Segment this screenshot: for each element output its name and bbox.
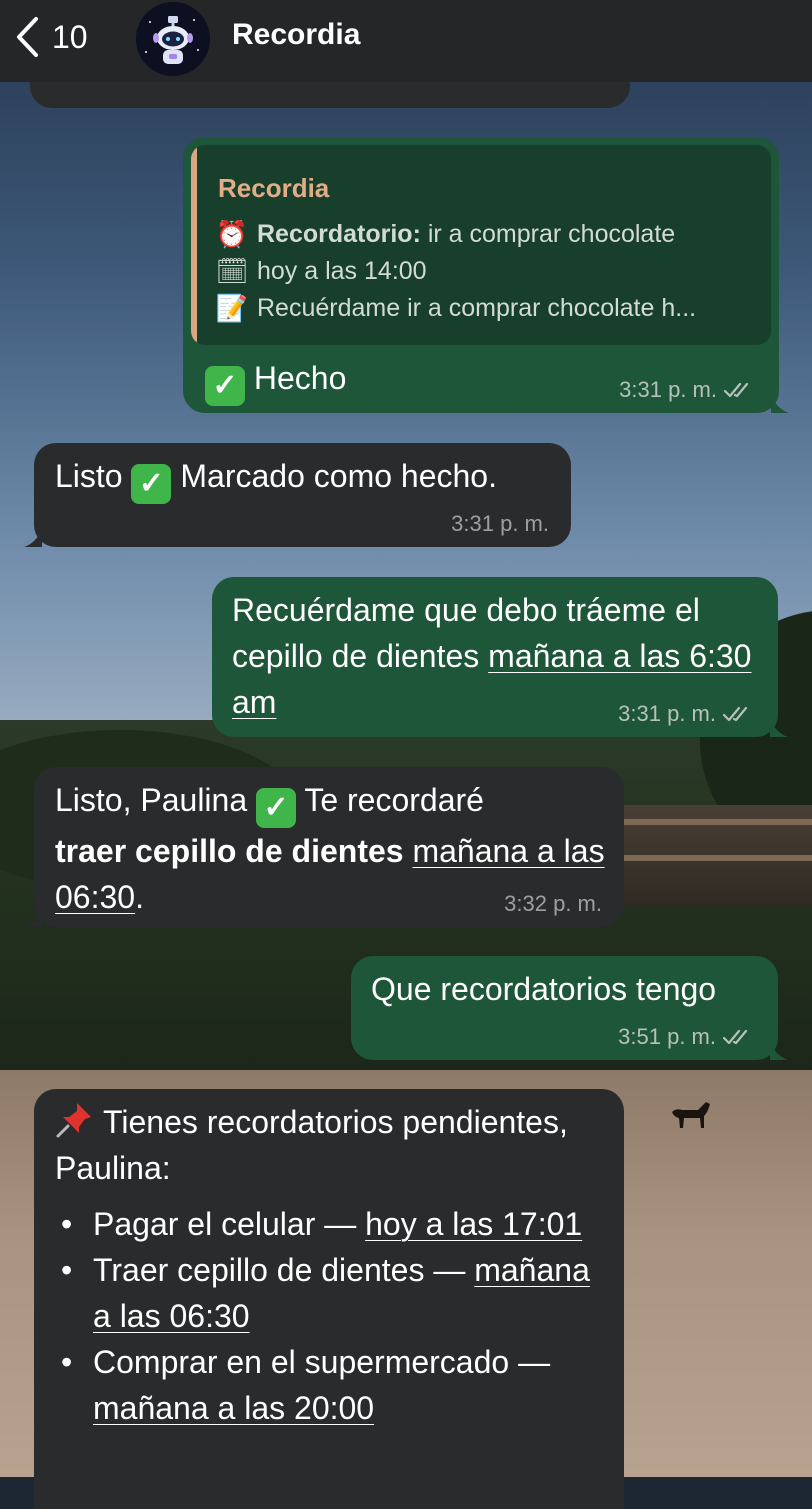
message-bubble-incoming[interactable]: Listo ✓ Marcado como hecho. 3:31 p. m. xyxy=(24,443,571,547)
message-meta: 3:31 p. m. xyxy=(619,377,757,403)
message-meta: 3:51 p. m. xyxy=(618,1024,756,1050)
message-time: 3:32 p. m. xyxy=(504,891,602,916)
message-text-content: Listo, Paulina xyxy=(55,782,248,818)
message-time: 3:51 p. m. xyxy=(618,1024,716,1049)
message-bubble-incoming[interactable]: Tienes recordatorios pendientes, Paulina… xyxy=(34,1089,624,1509)
quote-line: ⏰ Recordatorio: ir a comprar chocolate xyxy=(215,219,675,250)
message-text-content: Tienes recordatorios pendientes, Paulina… xyxy=(55,1104,568,1186)
message-bubble-incoming[interactable]: Listo, Paulina ✓ Te recordaré traer cepi… xyxy=(24,767,624,927)
message-text-content: Hecho xyxy=(253,360,347,396)
double-check-icon xyxy=(723,382,749,398)
list-item: Pagar el celular — hoy a las 17:01 xyxy=(55,1201,615,1247)
quote-line: 🗓 hoy a las 14:00 xyxy=(215,256,427,287)
message-bubble-outgoing[interactable]: Recuérdame que debo tráeme el cepillo de… xyxy=(212,577,788,737)
bubble-tail xyxy=(24,529,42,547)
bubble-tail xyxy=(771,395,789,413)
reminder-title: Traer cepillo de dientes — xyxy=(93,1252,475,1288)
message-text-content: Listo xyxy=(55,458,123,494)
reminders-list: Pagar el celular — hoy a las 17:01 Traer… xyxy=(55,1201,615,1431)
list-item: Comprar en el supermercado — mañana a la… xyxy=(55,1339,615,1431)
message-meta: 3:31 p. m. xyxy=(618,701,756,727)
memo-icon: 📝 xyxy=(215,293,249,323)
dog-silhouette xyxy=(672,1102,710,1128)
chat-header: 10 Recordia xyxy=(0,0,812,82)
date-link[interactable]: mañana a las 20:00 xyxy=(93,1390,374,1426)
unread-count: 10 xyxy=(52,18,88,55)
check-mark-icon: ✓ xyxy=(131,464,172,504)
message-time: 3:31 p. m. xyxy=(619,377,717,402)
message-meta: 3:31 p. m. xyxy=(451,511,549,537)
quote-author: Recordia xyxy=(218,173,330,203)
message-text: Tienes recordatorios pendientes, Paulina… xyxy=(55,1099,595,1191)
chat-title[interactable]: Recordia xyxy=(232,18,360,52)
bubble-tail xyxy=(770,719,788,737)
reminder-title: Pagar el celular — xyxy=(93,1206,366,1242)
quote-accent-bar xyxy=(191,145,197,345)
pushpin-icon xyxy=(56,1103,91,1138)
check-mark-icon: ✓ xyxy=(205,366,245,406)
quoted-message[interactable]: Recordia ⏰ Recordatorio: ir a comprar ch… xyxy=(191,145,771,345)
bubble-tail xyxy=(24,909,42,927)
quote-line: 📝 Recuérdame ir a comprar chocolate h... xyxy=(215,293,696,324)
message-text-content: Marcado como hecho. xyxy=(180,458,497,494)
message-text-content: Te recordaré xyxy=(296,782,484,818)
message-bold-text: traer cepillo de dientes xyxy=(55,833,404,869)
double-check-icon xyxy=(722,706,748,722)
double-check-icon xyxy=(722,1029,748,1045)
quote-bold-label: Recordatorio: xyxy=(257,220,421,248)
message-text: ✓ Hecho xyxy=(205,355,346,406)
message-bubble-outgoing[interactable]: Que recordatorios tengo 3:51 p. m. xyxy=(351,956,788,1060)
check-mark-icon: ✓ xyxy=(256,788,297,828)
message-time: 3:31 p. m. xyxy=(618,701,716,726)
message-text: Que recordatorios tengo xyxy=(371,971,717,1007)
reminder-title: Comprar en el supermercado — xyxy=(93,1344,551,1380)
wallpaper-building xyxy=(620,805,812,905)
list-item: Traer cepillo de dientes — mañana a las … xyxy=(55,1247,615,1339)
quote-text: ir a comprar chocolate xyxy=(420,220,676,248)
quote-text: hoy a las 14:00 xyxy=(257,257,427,285)
message-text: Listo ✓ Marcado como hecho. xyxy=(55,453,497,504)
back-button[interactable]: 10 xyxy=(14,14,88,60)
bubble-tail xyxy=(770,1042,788,1060)
date-link[interactable]: hoy a las 17:01 xyxy=(365,1206,582,1242)
message-text-content: . xyxy=(135,879,144,915)
robot-avatar-icon[interactable] xyxy=(136,2,210,76)
quote-text: Recuérdame ir a comprar chocolate h... xyxy=(257,294,697,322)
message-meta: 3:32 p. m. xyxy=(504,891,602,917)
alarm-clock-icon: ⏰ xyxy=(215,219,249,249)
chevron-left-icon xyxy=(17,17,38,57)
message-time: 3:31 p. m. xyxy=(451,511,549,536)
message-bubble-outgoing[interactable]: Recordia ⏰ Recordatorio: ir a comprar ch… xyxy=(183,137,789,413)
calendar-icon: 🗓 xyxy=(215,256,249,286)
